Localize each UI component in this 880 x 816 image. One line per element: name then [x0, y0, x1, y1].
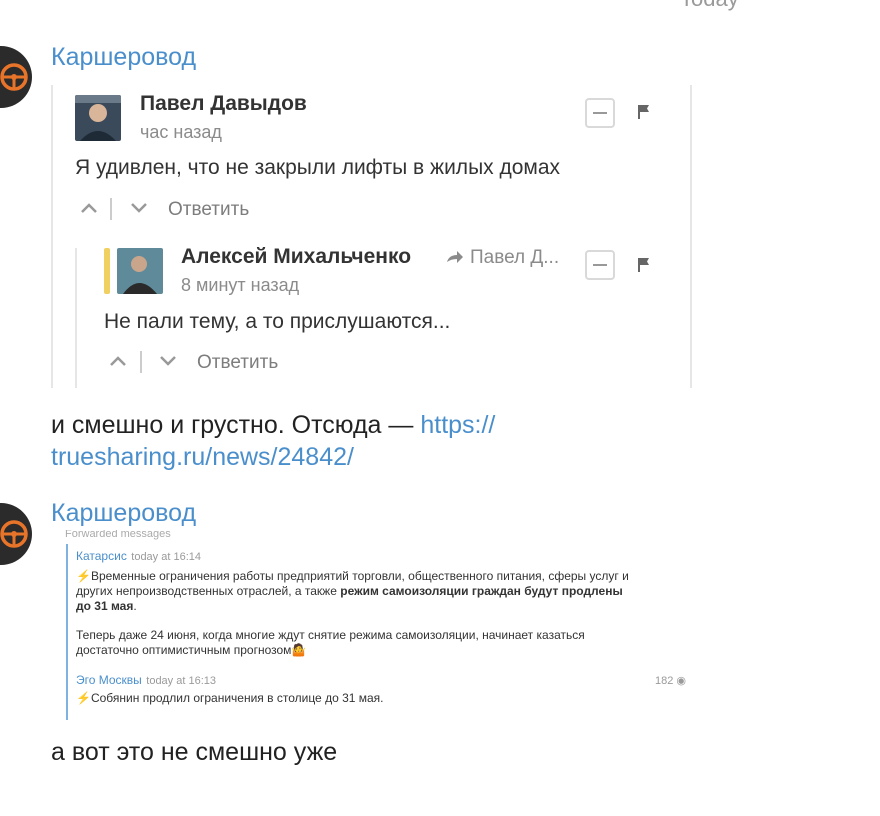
- downvote-icon[interactable]: [130, 198, 148, 219]
- flag-icon[interactable]: [637, 104, 651, 125]
- comment-time: час назад: [140, 122, 222, 142]
- forward-time: today at 16:14: [131, 551, 201, 563]
- message-text: а вот это не смешно уже: [51, 738, 338, 766]
- collapse-button[interactable]: [585, 98, 615, 128]
- forward-bar: [66, 544, 68, 720]
- view-count: 182 ◉: [655, 675, 687, 687]
- flag-icon[interactable]: [637, 257, 651, 278]
- lightning-icon: ⚡: [76, 691, 91, 705]
- upvote-icon[interactable]: [109, 351, 127, 372]
- collapse-button[interactable]: [585, 250, 615, 280]
- user-avatar: [75, 95, 121, 141]
- forward-time: today at 16:13: [146, 675, 216, 687]
- channel-name[interactable]: Каршеровод: [51, 43, 196, 72]
- reply-text: Не пали тему, а то прислушаются...: [104, 310, 451, 333]
- thread-line: [75, 248, 77, 388]
- eye-icon: ◉: [676, 675, 687, 687]
- lightning-icon: ⚡: [76, 569, 91, 583]
- vote-divider: [140, 351, 142, 373]
- comment-text: Я удивлен, что не закрыли лифты в жилых …: [75, 156, 561, 179]
- forward-text-2: Теперь даже 24 июня, когда многие ждут с…: [76, 628, 585, 657]
- message-text: и смешно и грустно. Отсюда — https:// tr…: [51, 409, 651, 473]
- upvote-icon[interactable]: [80, 198, 98, 219]
- minus-icon: [593, 264, 607, 266]
- message-link-cont[interactable]: truesharing.ru/news/24842/: [51, 443, 354, 471]
- channel-avatar[interactable]: [0, 46, 32, 108]
- reply-arrow-icon: [446, 250, 464, 269]
- forwarded-header: Forwarded messages: [65, 530, 171, 540]
- reply-button[interactable]: Ответить: [197, 352, 278, 374]
- forward-text: ⚡Временные ограничения работы предприяти…: [76, 569, 629, 613]
- downvote-icon[interactable]: [159, 351, 177, 372]
- vote-divider: [110, 198, 112, 220]
- channel-name[interactable]: Каршеровод: [51, 499, 196, 528]
- message-body: и смешно и грустно. Отсюда —: [51, 411, 414, 439]
- date-separator: Today: [680, 0, 739, 12]
- forwarded-screenshot: Forwarded messages Катарсис today at 16:…: [51, 530, 691, 720]
- forward-source[interactable]: Катарсис: [76, 549, 127, 563]
- minus-icon: [593, 112, 607, 114]
- forward-source[interactable]: Эго Москвы: [76, 673, 142, 687]
- highlight-bar: [104, 248, 110, 294]
- reply-button[interactable]: Ответить: [168, 199, 249, 221]
- comment-author[interactable]: Павел Давыдов: [140, 92, 307, 116]
- reply-author[interactable]: Алексей Михальченко: [181, 245, 411, 269]
- forward-text: ⚡Собянин продлил ограничения в столице д…: [76, 691, 384, 705]
- user-avatar: [117, 248, 163, 294]
- reply-time: 8 минут назад: [181, 275, 300, 295]
- steering-wheel-icon: [0, 63, 28, 91]
- channel-avatar[interactable]: [0, 503, 32, 565]
- reply-to[interactable]: Павел Д...: [470, 247, 559, 269]
- steering-wheel-icon: [0, 520, 28, 548]
- facepalm-emoji-icon: 🤷: [291, 643, 307, 657]
- message-link[interactable]: https://: [420, 411, 495, 439]
